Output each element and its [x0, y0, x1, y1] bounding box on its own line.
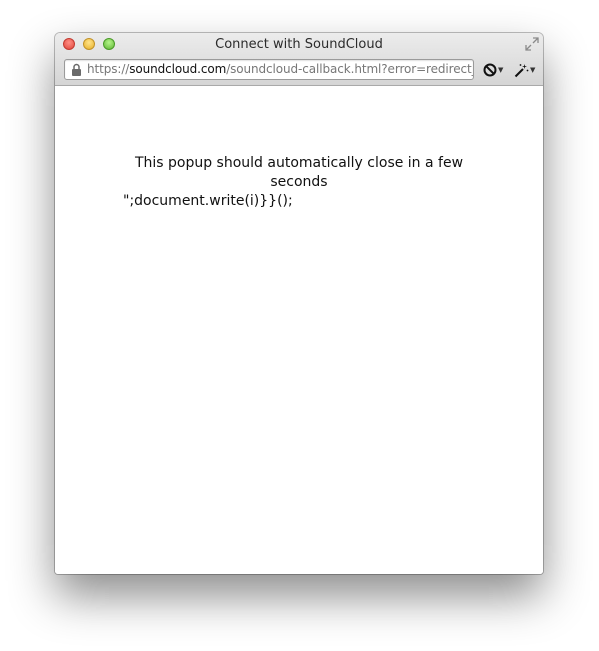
extension-button[interactable]: ▼: [514, 62, 535, 78]
popup-window: Connect with SoundCloud https://soundclo…: [55, 33, 543, 574]
no-entry-icon: [483, 63, 497, 77]
chevron-down-icon: ▼: [498, 66, 504, 74]
window-title: Connect with SoundCloud: [215, 37, 383, 52]
page-content: This popup should automatically close in…: [55, 86, 543, 574]
url-scheme: https://: [87, 62, 130, 76]
address-bar[interactable]: https://soundcloud.com/soundcloud-callba…: [64, 59, 474, 80]
leaked-script-text: ";document.write(i)}}();: [123, 193, 293, 209]
url-host: soundcloud.com: [129, 62, 227, 76]
auto-close-message: This popup should automatically close in…: [134, 155, 464, 190]
magic-wand-icon: [514, 63, 529, 77]
lock-icon: [72, 63, 81, 76]
chevron-down-icon: ▼: [530, 66, 536, 74]
content-blocker-button[interactable]: ▼: [483, 62, 503, 78]
url-text: https://soundcloud.com/soundcloud-callba…: [87, 62, 474, 76]
url-path: /soundcloud-callback.html?error=redirect…: [226, 62, 474, 76]
fullscreen-icon[interactable]: [525, 37, 539, 51]
title-bar[interactable]: Connect with SoundCloud https://soundclo…: [55, 33, 543, 86]
